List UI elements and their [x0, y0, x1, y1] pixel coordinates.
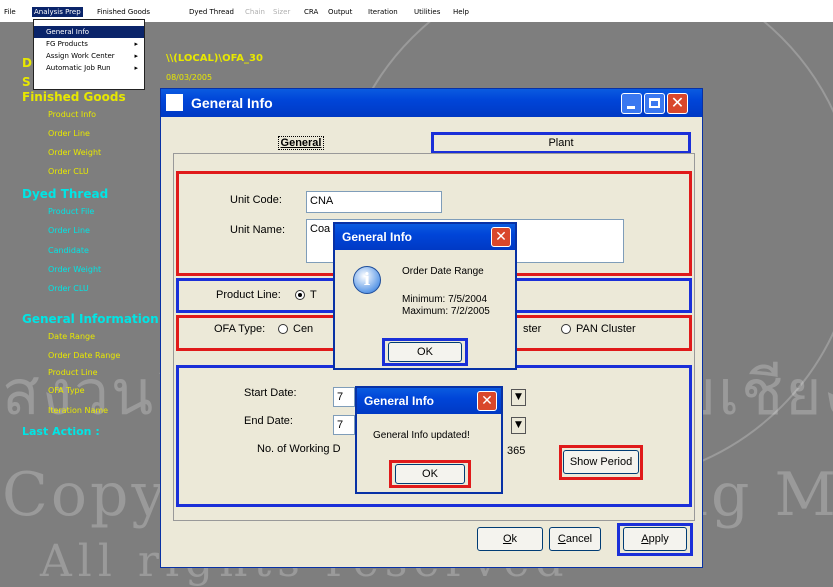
- gi-date-range[interactable]: Date Range: [48, 332, 95, 341]
- ofa-option-cluster[interactable]: ster: [523, 323, 541, 335]
- menu-cra[interactable]: CRA: [302, 7, 320, 17]
- dialog-heading: Order Date Range: [402, 266, 484, 277]
- menu-help[interactable]: Help: [451, 7, 471, 17]
- dialog-message: General Info updated!: [373, 430, 470, 441]
- dialog-ok-button[interactable]: OK: [395, 464, 465, 484]
- menu-output[interactable]: Output: [326, 7, 354, 17]
- menu-utilities[interactable]: Utilities: [412, 7, 442, 17]
- cancel-button[interactable]: Cancel: [549, 527, 601, 551]
- maximize-icon[interactable]: [644, 93, 665, 114]
- radio-icon: [278, 324, 288, 335]
- end-date-label: End Date:: [244, 415, 293, 427]
- chevron-down-icon[interactable]: ▼: [511, 389, 526, 406]
- fg-order-clu[interactable]: Order CLU: [48, 167, 89, 176]
- gi-product-line[interactable]: Product Line: [48, 368, 98, 377]
- close-icon[interactable]: ✕: [477, 391, 497, 411]
- window-title: General Info: [191, 95, 273, 111]
- menu-finished-goods[interactable]: Finished Goods: [95, 7, 152, 17]
- start-date-label: Start Date:: [244, 387, 297, 399]
- current-date: 08/03/2005: [166, 73, 213, 82]
- close-icon[interactable]: ✕: [667, 93, 688, 114]
- maximum-date: Maximum: 7/2/2005: [402, 306, 490, 317]
- end-date-field[interactable]: 7: [333, 415, 355, 435]
- dt-order-line[interactable]: Order Line: [48, 226, 90, 235]
- window-titlebar[interactable]: General Info ✕: [161, 89, 702, 117]
- gi-iteration-name[interactable]: Iteration Name: [48, 406, 108, 415]
- info-icon: i: [353, 266, 381, 294]
- show-period-button[interactable]: Show Period: [563, 450, 639, 474]
- analysis-prep-dropdown: General Info FG Products ▸ Assign Work C…: [33, 19, 145, 90]
- ok-button[interactable]: Ok: [477, 527, 543, 551]
- fg-order-line[interactable]: Order Line: [48, 129, 90, 138]
- radio-selected-icon: [295, 290, 305, 301]
- dialog-title[interactable]: General Info: [335, 224, 515, 250]
- partial-label-d: D: [22, 56, 32, 70]
- menu-chain: Chain: [245, 8, 265, 16]
- minimum-date: Minimum: 7/5/2004: [402, 294, 488, 305]
- order-date-range-dialog: General Info ✕ i Order Date Range Minimu…: [333, 222, 517, 370]
- menu-analysis-prep[interactable]: Analysis Prep: [32, 7, 83, 17]
- dt-order-weight[interactable]: Order Weight: [48, 265, 101, 274]
- submenu-arrow-icon: ▸: [134, 40, 138, 48]
- start-date-field[interactable]: 7: [333, 387, 355, 407]
- dt-order-clu[interactable]: Order CLU: [48, 284, 89, 293]
- general-information-heading: General Information: [22, 312, 159, 326]
- gi-ofa-type[interactable]: OFA Type: [48, 386, 85, 395]
- unit-name-label: Unit Name:: [230, 224, 286, 236]
- apply-button[interactable]: Apply: [623, 527, 687, 551]
- ofa-type-label: OFA Type:: [214, 323, 266, 335]
- finished-goods-heading: Finished Goods: [22, 90, 126, 104]
- radio-icon: [561, 324, 571, 335]
- fg-order-weight[interactable]: Order Weight: [48, 148, 101, 157]
- dropdown-item-automatic-job-run[interactable]: Automatic Job Run ▸: [34, 62, 144, 74]
- dropdown-item-fg-products[interactable]: FG Products ▸: [34, 38, 144, 50]
- dt-product-file[interactable]: Product File: [48, 207, 94, 216]
- chevron-down-icon[interactable]: ▼: [511, 417, 526, 434]
- submenu-arrow-icon: ▸: [134, 64, 138, 72]
- partial-label-s: S: [22, 75, 31, 89]
- unit-code-field[interactable]: CNA: [306, 191, 442, 213]
- menu-dyed-thread[interactable]: Dyed Thread: [187, 7, 236, 17]
- ofa-option-pan-cluster[interactable]: PAN Cluster: [561, 323, 636, 335]
- dropdown-item-general-info[interactable]: General Info: [34, 26, 144, 38]
- minimize-icon[interactable]: [621, 93, 642, 114]
- tab-plant[interactable]: Plant: [431, 132, 691, 154]
- dropdown-item-assign-work-center[interactable]: Assign Work Center ▸: [34, 50, 144, 62]
- fg-product-info[interactable]: Product Info: [48, 110, 96, 119]
- app-icon: [166, 94, 183, 111]
- unit-code-label: Unit Code:: [230, 194, 282, 206]
- close-icon[interactable]: ✕: [491, 227, 511, 247]
- dyed-thread-heading: Dyed Thread: [22, 187, 109, 201]
- gi-order-date-range[interactable]: Order Date Range: [48, 351, 120, 360]
- product-line-label: Product Line:: [216, 289, 281, 301]
- ofa-option-central[interactable]: Cen: [278, 323, 313, 335]
- working-days-value: 365: [507, 445, 526, 457]
- product-line-radio[interactable]: T: [295, 289, 317, 301]
- menu-sizer: Sizer: [273, 8, 291, 16]
- dt-candidate[interactable]: Candidate: [48, 246, 89, 255]
- info-updated-dialog: General Info ✕ General Info updated! OK: [355, 386, 503, 494]
- menu-iteration[interactable]: Iteration: [366, 7, 400, 17]
- working-days-label: No. of Working D: [257, 443, 341, 455]
- dialog-ok-button[interactable]: OK: [388, 342, 462, 362]
- last-action-label: Last Action :: [22, 425, 100, 438]
- db-path: \\(LOCAL)\OFA_30: [166, 53, 263, 64]
- submenu-arrow-icon: ▸: [134, 52, 138, 60]
- tab-general[interactable]: General: [173, 132, 429, 154]
- menu-file[interactable]: File: [2, 7, 18, 17]
